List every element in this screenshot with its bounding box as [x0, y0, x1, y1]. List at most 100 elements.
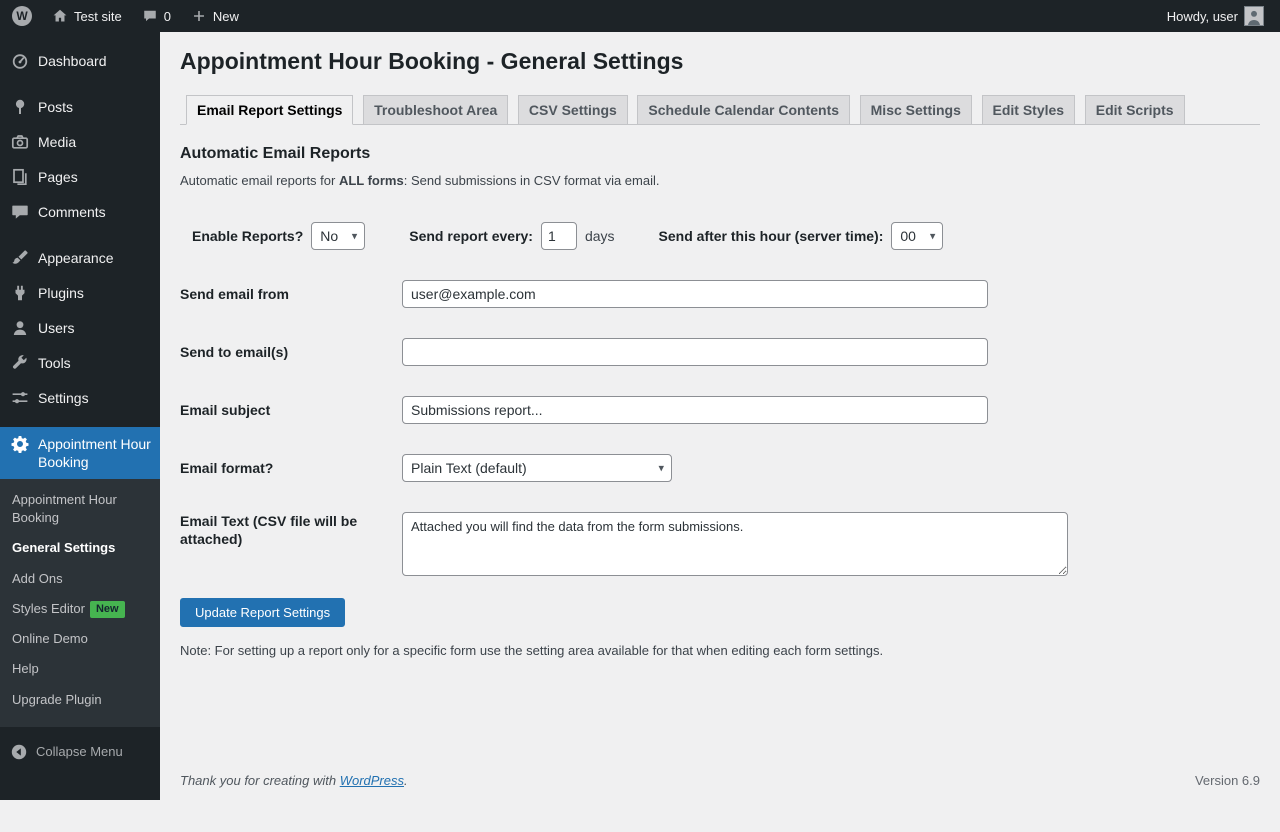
submenu-item-styles-editor[interactable]: Styles EditorNew: [0, 594, 160, 624]
enable-reports-select[interactable]: No: [311, 222, 365, 250]
sidebar-item-label: Media: [38, 133, 76, 151]
wordpress-link[interactable]: WordPress: [340, 773, 404, 788]
menu-separator: [0, 416, 160, 427]
days-suffix: days: [585, 228, 615, 244]
sidebar-item-appointment-hour-booking[interactable]: Appointment Hour Booking: [0, 427, 160, 479]
gear-icon: [10, 434, 30, 454]
sidebar-item-label: Appearance: [38, 249, 114, 267]
sidebar-item-label: Tools: [38, 354, 71, 372]
submenu-item-add-ons[interactable]: Add Ons: [0, 564, 160, 594]
intro-suffix: : Send submissions in CSV format via ema…: [404, 173, 660, 188]
section-title: Automatic Email Reports: [180, 145, 1260, 163]
report-interval-input[interactable]: [541, 222, 577, 250]
email-subject-input[interactable]: [402, 396, 988, 424]
submenu-item-label: Online Demo: [12, 631, 88, 646]
submit-row: Update Report Settings: [180, 598, 1260, 627]
new-badge: New: [90, 601, 125, 618]
email-format-label: Email format?: [180, 459, 402, 477]
submenu-item-label: Help: [12, 661, 39, 676]
sidebar-item-settings[interactable]: Settings: [0, 381, 160, 416]
new-label: New: [213, 9, 239, 24]
home-icon: [52, 8, 68, 24]
plug-icon: [10, 283, 30, 303]
comments-menu[interactable]: 0: [132, 0, 181, 32]
tab-schedule-calendar-contents[interactable]: Schedule Calendar Contents: [637, 95, 850, 125]
sidebar-item-label: Plugins: [38, 284, 84, 302]
sidebar-item-comments[interactable]: Comments: [0, 195, 160, 230]
sidebar-item-label: Pages: [38, 168, 78, 186]
footer-thanks: Thank you for creating with WordPress.: [180, 773, 408, 788]
report-hour-label: Send after this hour (server time):: [659, 228, 884, 244]
thanks-prefix: Thank you for creating with: [180, 773, 340, 788]
tab-edit-styles[interactable]: Edit Styles: [982, 95, 1076, 125]
send-to-email-row: Send to email(s): [180, 338, 1260, 366]
submenu-item-appointment-hour-booking[interactable]: Appointment Hour Booking: [0, 485, 160, 533]
update-report-settings-button[interactable]: Update Report Settings: [180, 598, 345, 627]
submenu-item-general-settings[interactable]: General Settings: [0, 533, 160, 563]
plus-icon: [191, 8, 207, 24]
submenu-item-label: General Settings: [12, 540, 115, 555]
sidebar-item-label: Appointment Hour Booking: [38, 435, 152, 471]
avatar: [1244, 6, 1264, 26]
sidebar-item-plugins[interactable]: Plugins: [0, 276, 160, 311]
enable-reports-label: Enable Reports?: [192, 228, 303, 244]
email-text-label: Email Text (CSV file will be attached): [180, 512, 402, 548]
sidebar-item-pages[interactable]: Pages: [0, 160, 160, 195]
account-menu[interactable]: Howdy, user: [1157, 0, 1274, 32]
howdy-text: Howdy, user: [1167, 9, 1238, 24]
submenu-item-label: Add Ons: [12, 571, 63, 586]
sidebar-item-label: Comments: [38, 203, 106, 221]
pages-icon: [10, 167, 30, 187]
report-hour-group: Send after this hour (server time): 00 ▾: [659, 222, 944, 250]
sidebar-item-media[interactable]: Media: [0, 125, 160, 160]
person-icon: [10, 318, 30, 338]
menu-separator: [0, 79, 160, 90]
email-text-textarea[interactable]: Attached you will find the data from the…: [402, 512, 1068, 576]
comments-bubble-icon: [142, 8, 158, 24]
footer: Thank you for creating with WordPress. V…: [180, 763, 1260, 788]
send-to-email-input[interactable]: [402, 338, 988, 366]
send-email-from-row: Send email from: [180, 280, 1260, 308]
site-menu[interactable]: Test site: [42, 0, 132, 32]
sidebar-item-tools[interactable]: Tools: [0, 346, 160, 381]
sidebar-item-label: Users: [38, 319, 75, 337]
sidebar-item-label: Settings: [38, 389, 89, 407]
send-email-from-input[interactable]: [402, 280, 988, 308]
submenu-item-help[interactable]: Help: [0, 654, 160, 684]
tab-edit-scripts[interactable]: Edit Scripts: [1085, 95, 1185, 125]
new-content-menu[interactable]: New: [181, 0, 249, 32]
send-to-email-label: Send to email(s): [180, 343, 402, 361]
tab-email-report-settings[interactable]: Email Report Settings: [186, 95, 353, 125]
site-name: Test site: [74, 9, 122, 24]
email-subject-row: Email subject: [180, 396, 1260, 424]
admin-sidebar: Dashboard Posts Media Pages Comments App…: [0, 32, 160, 800]
collapse-menu-button[interactable]: Collapse Menu: [0, 735, 160, 769]
report-hour-select[interactable]: 00: [891, 222, 943, 250]
sidebar-item-appearance[interactable]: Appearance: [0, 241, 160, 276]
email-text-row: Email Text (CSV file will be attached) A…: [180, 512, 1260, 576]
camera-icon: [10, 132, 30, 152]
sliders-icon: [10, 388, 30, 408]
sidebar-item-dashboard[interactable]: Dashboard: [0, 44, 160, 79]
report-interval-group: Send report every: days: [409, 222, 614, 250]
intro-bold: ALL forms: [339, 173, 404, 188]
sidebar-item-label: Dashboard: [38, 52, 107, 70]
submenu-item-upgrade-plugin[interactable]: Upgrade Plugin: [0, 685, 160, 715]
thanks-suffix: .: [404, 773, 408, 788]
tab-misc-settings[interactable]: Misc Settings: [860, 95, 972, 125]
menu-separator: [0, 230, 160, 241]
enable-reports-group: Enable Reports? No ▾: [192, 222, 365, 250]
sidebar-item-users[interactable]: Users: [0, 311, 160, 346]
sidebar-item-posts[interactable]: Posts: [0, 90, 160, 125]
submenu-item-label: Appointment Hour Booking: [12, 492, 117, 525]
collapse-arrow-icon: [10, 743, 28, 761]
page-title: Appointment Hour Booking - General Setti…: [180, 44, 1260, 81]
wp-logo-menu[interactable]: W: [2, 0, 42, 32]
comments-count: 0: [164, 9, 171, 24]
plugin-submenu: Appointment Hour Booking General Setting…: [0, 479, 160, 727]
tab-troubleshoot-area[interactable]: Troubleshoot Area: [363, 95, 508, 125]
submenu-item-online-demo[interactable]: Online Demo: [0, 624, 160, 654]
tab-csv-settings[interactable]: CSV Settings: [518, 95, 628, 125]
tab-bar: Email Report Settings Troubleshoot Area …: [180, 95, 1260, 125]
email-format-select[interactable]: Plain Text (default): [402, 454, 672, 482]
